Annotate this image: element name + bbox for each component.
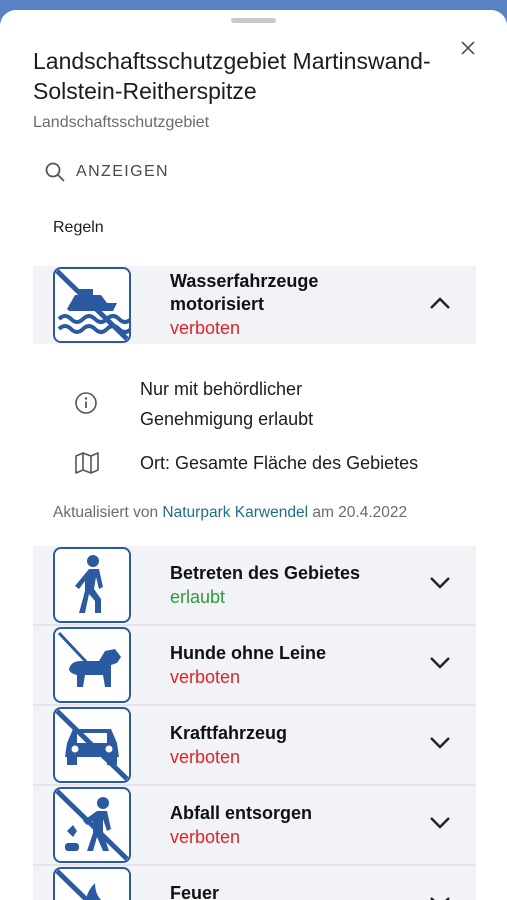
updated-info: Aktualisiert von Naturpark Karwendel am … (53, 504, 408, 521)
hiker-icon (53, 547, 131, 623)
dog-on-leash-icon (53, 627, 131, 703)
chevron-down-icon[interactable] (429, 576, 451, 590)
rule-name: Feuer (170, 883, 220, 900)
chevron-down-icon[interactable] (429, 656, 451, 670)
rule-name: Wasserfahrzeuge motorisiert (170, 271, 319, 314)
drag-handle[interactable] (231, 18, 276, 23)
rule-row[interactable]: Abfall entsorgen verboten (33, 786, 476, 864)
rule-name: Abfall entsorgen (170, 803, 313, 823)
rule-row[interactable]: Kraftfahrzeug verboten (33, 706, 476, 784)
rule-row[interactable]: Hunde ohne Leine verboten (33, 626, 476, 704)
rule-status: verboten (170, 667, 241, 687)
chevron-up-icon[interactable] (429, 296, 451, 310)
show-button-label: ANZEIGEN (76, 163, 169, 180)
rule-row[interactable]: Betreten des Gebietes erlaubt (33, 546, 476, 624)
rule-row-expanded[interactable]: Wasserfahrzeuge motorisiert verboten (33, 266, 476, 344)
no-motorboat-icon (53, 267, 131, 343)
info-icon (75, 392, 97, 414)
map-icon (75, 452, 99, 474)
no-littering-icon (53, 787, 131, 863)
search-icon (45, 162, 65, 182)
updated-by-link[interactable]: Naturpark Karwendel (162, 504, 308, 521)
chevron-down-icon[interactable] (429, 896, 451, 900)
rule-status: erlaubt (170, 587, 226, 607)
rule-status: verboten (170, 747, 241, 767)
area-type: Landschaftsschutzgebiet (33, 114, 210, 131)
area-title: Landschaftsschutzgebiet Martinswand-Sols… (33, 48, 431, 104)
rule-status: verboten (170, 318, 241, 338)
bottom-sheet: Landschaftsschutzgebiet Martinswand-Sols… (0, 10, 507, 900)
no-fire-icon (53, 867, 131, 900)
rule-name: Betreten des Gebietes (170, 563, 361, 583)
rules-heading: Regeln (53, 219, 104, 236)
chevron-down-icon[interactable] (429, 736, 451, 750)
show-button[interactable]: ANZEIGEN (44, 160, 169, 184)
rule-name: Hunde ohne Leine (170, 643, 327, 663)
detail-permit-text: Nur mit behördlicher Genehmigung erlaubt (140, 379, 314, 429)
rule-row[interactable]: Feuer (33, 866, 476, 900)
chevron-down-icon[interactable] (429, 816, 451, 830)
no-car-icon (53, 707, 131, 783)
rule-name: Kraftfahrzeug (170, 723, 288, 743)
rule-status: verboten (170, 827, 241, 847)
detail-location-text: Ort: Gesamte Fläche des Gebietes (140, 453, 419, 473)
